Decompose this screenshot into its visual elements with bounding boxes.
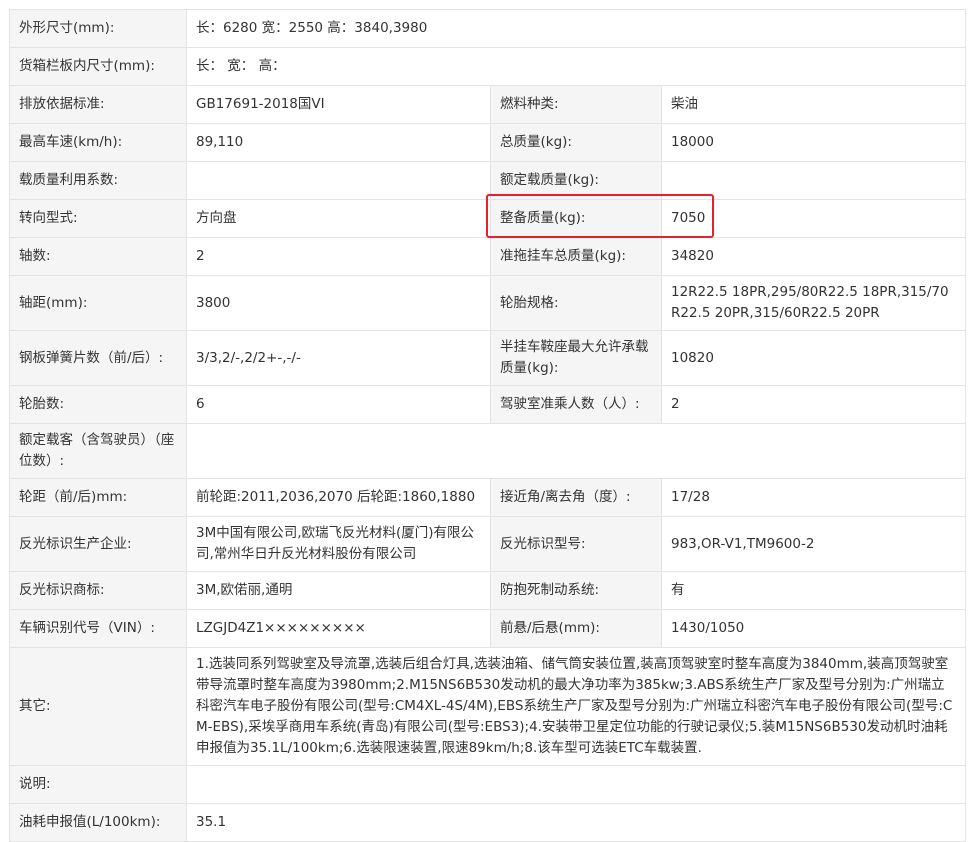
label-steering-type: 转向型式: xyxy=(9,199,187,238)
label-wheelbase: 轴距(mm): xyxy=(9,275,187,331)
value-curb-mass: 7050 xyxy=(660,199,967,238)
table-row: 油耗申报值(L/100km): 35.1 xyxy=(9,803,967,842)
label-fuel-consumption: 油耗申报值(L/100km): xyxy=(9,803,187,842)
label-reflector-manufacturer: 反光标识生产企业: xyxy=(9,516,187,572)
value-load-utilization xyxy=(186,161,491,200)
label-tire-count: 轮胎数: xyxy=(9,385,187,424)
label-abs: 防抱死制动系统: xyxy=(490,571,662,610)
label-rated-seats: 额定载客（含驾驶员）（座位数）: xyxy=(9,423,187,479)
value-reflector-model: 983,OR-V1,TM9600-2 xyxy=(660,516,967,572)
label-approach-departure-angle: 接近角/离去角（度）: xyxy=(490,478,662,517)
value-fuel-consumption: 35.1 xyxy=(185,803,967,842)
value-reflector-manufacturer: 3M中国有限公司,欧瑞飞反光材料(厦门)有限公司,常州华日升反光材料股份有限公司 xyxy=(186,516,491,572)
label-cab-occupants: 驾驶室准乘人数（人）: xyxy=(490,385,662,424)
table-row: 外形尺寸(mm): 长：6280 宽：2550 高：3840,3980 xyxy=(9,9,967,48)
value-leaf-spring-count: 3/3,2/-,2/2+-,-/- xyxy=(186,330,491,386)
value-tire-spec: 12R22.5 18PR,295/80R22.5 18PR,315/70R22.… xyxy=(660,275,967,331)
value-rated-seats xyxy=(185,423,967,479)
table-row: 额定载客（含驾驶员）（座位数）: xyxy=(9,423,967,479)
value-overall-dimensions: 长：6280 宽：2550 高：3840,3980 xyxy=(185,9,967,48)
value-max-speed: 89,110 xyxy=(186,123,491,162)
value-wheelbase: 3800 xyxy=(186,275,491,331)
value-emission-standard: GB17691-2018国VI xyxy=(186,85,491,124)
table-row: 轴距(mm): 3800 轮胎规格: 12R22.5 18PR,295/80R2… xyxy=(9,275,967,331)
table-row: 反光标识商标: 3M,欧偌丽,通明 防抱死制动系统: 有 xyxy=(9,571,967,610)
value-track-width: 前轮距:2011,2036,2070 后轮距:1860,1880 xyxy=(186,478,491,517)
value-approach-departure-angle: 17/28 xyxy=(660,478,967,517)
label-gross-mass: 总质量(kg): xyxy=(490,123,662,162)
label-curb-mass: 整备质量(kg): xyxy=(490,199,662,238)
label-rated-load: 额定载质量(kg): xyxy=(490,161,662,200)
table-row: 其它: 1.选装同系列驾驶室及导流罩,选装后组合灯具,选装油箱、储气筒安装位置,… xyxy=(9,647,967,766)
value-reflector-brand: 3M,欧偌丽,通明 xyxy=(186,571,491,610)
table-row: 货箱栏板内尺寸(mm): 长： 宽： 高： xyxy=(9,47,967,86)
table-row: 钢板弹簧片数（前/后）: 3/3,2/-,2/2+-,-/- 半挂车鞍座最大允许… xyxy=(9,330,967,386)
value-notes xyxy=(185,765,967,804)
label-notes: 说明: xyxy=(9,765,187,804)
value-trailer-mass: 34820 xyxy=(660,237,967,276)
value-cargo-box-dimensions: 长： 宽： 高： xyxy=(185,47,967,86)
label-other: 其它: xyxy=(9,647,187,766)
value-tire-count: 6 xyxy=(186,385,491,424)
label-tire-spec: 轮胎规格: xyxy=(490,275,662,331)
table-row: 轮距（前/后)mm: 前轮距:2011,2036,2070 后轮距:1860,1… xyxy=(9,478,967,517)
table-row: 轴数: 2 准拖挂车总质量(kg): 34820 xyxy=(9,237,967,276)
value-steering-type: 方向盘 xyxy=(186,199,491,238)
label-emission-standard: 排放依据标准: xyxy=(9,85,187,124)
label-reflector-model: 反光标识型号: xyxy=(490,516,662,572)
value-cab-occupants: 2 xyxy=(660,385,967,424)
table-row: 轮胎数: 6 驾驶室准乘人数（人）: 2 xyxy=(9,385,967,424)
label-fuel-type: 燃料种类: xyxy=(490,85,662,124)
table-row: 最高车速(km/h): 89,110 总质量(kg): 18000 xyxy=(9,123,967,162)
label-leaf-spring-count: 钢板弹簧片数（前/后）: xyxy=(9,330,187,386)
value-gross-mass: 18000 xyxy=(660,123,967,162)
value-abs: 有 xyxy=(660,571,967,610)
label-vin: 车辆识别代号（VIN）: xyxy=(9,609,187,648)
label-cargo-box-dimensions: 货箱栏板内尺寸(mm): xyxy=(9,47,187,86)
value-overhang: 1430/1050 xyxy=(660,609,967,648)
label-saddle-load: 半挂车鞍座最大允许承载质量(kg): xyxy=(490,330,662,386)
label-overall-dimensions: 外形尺寸(mm): xyxy=(9,9,187,48)
label-track-width: 轮距（前/后)mm: xyxy=(9,478,187,517)
value-saddle-load: 10820 xyxy=(660,330,967,386)
label-axle-count: 轴数: xyxy=(9,237,187,276)
value-rated-load xyxy=(660,161,967,200)
value-vin: LZGJD4Z1××××××××× xyxy=(186,609,491,648)
label-reflector-brand: 反光标识商标: xyxy=(9,571,187,610)
table-row: 说明: xyxy=(9,765,967,804)
table-row: 载质量利用系数: 额定载质量(kg): xyxy=(9,161,967,200)
table-row: 反光标识生产企业: 3M中国有限公司,欧瑞飞反光材料(厦门)有限公司,常州华日升… xyxy=(9,516,967,572)
value-other: 1.选装同系列驾驶室及导流罩,选装后组合灯具,选装油箱、储气筒安装位置,装高顶驾… xyxy=(185,647,967,766)
vehicle-spec-table: 外形尺寸(mm): 长：6280 宽：2550 高：3840,3980 货箱栏板… xyxy=(9,9,967,842)
label-load-utilization: 载质量利用系数: xyxy=(9,161,187,200)
value-axle-count: 2 xyxy=(186,237,491,276)
table-row: 车辆识别代号（VIN）: LZGJD4Z1××××××××× 前悬/后悬(mm)… xyxy=(9,609,967,648)
label-max-speed: 最高车速(km/h): xyxy=(9,123,187,162)
value-fuel-type: 柴油 xyxy=(660,85,967,124)
table-row: 转向型式: 方向盘 整备质量(kg): 7050 xyxy=(9,199,967,238)
table-row: 排放依据标准: GB17691-2018国VI 燃料种类: 柴油 xyxy=(9,85,967,124)
label-overhang: 前悬/后悬(mm): xyxy=(490,609,662,648)
label-trailer-mass: 准拖挂车总质量(kg): xyxy=(490,237,662,276)
